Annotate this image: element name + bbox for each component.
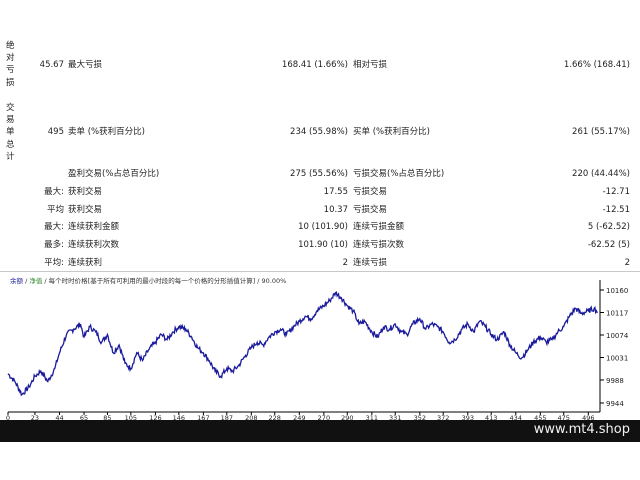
relative-drawdown-label: 相对亏损: [353, 60, 388, 70]
profit-trades-value: 275 (55.56%): [290, 169, 348, 179]
stat-row-prefix: 最大:: [44, 187, 64, 197]
stat-row-left-label: 获利交易: [68, 205, 103, 215]
relative-drawdown-value: 1.66% (168.41): [563, 60, 630, 70]
stat-row-left-value: 10.37: [323, 205, 348, 215]
stat-row-right-label: 连续亏损金额: [353, 222, 405, 232]
stat-row-right-value: 2: [624, 258, 630, 268]
stat-row-prefix: 平均:: [44, 258, 64, 268]
stat-row-left-label: 连续获利: [68, 258, 103, 268]
stat-row-left-label: 连续获利金额: [68, 222, 120, 232]
stat-row-prefix: 最大:: [44, 222, 64, 232]
stat-row-left-value: 10 (101.90): [298, 222, 348, 232]
stat-row-right-value: 5 (-62.52): [587, 222, 630, 232]
balance-chart-panel: 余额 / 净值 / 每个时时价格[基于所有可利用的最小时段的每一个价格的分形插值…: [0, 271, 640, 421]
blank-footer: [0, 442, 640, 480]
stat-row-prefix: 最多:: [44, 240, 64, 250]
footer-bar: www.mt4.shop: [0, 420, 640, 442]
loss-trades-value: 220 (44.44%): [572, 169, 630, 179]
stat-row-right-value: -62.52 (5): [587, 240, 630, 250]
watermark-text: www.mt4.shop: [533, 422, 630, 437]
y-tick-label: 10117: [606, 309, 628, 317]
stat-row-prefix: 平均: [46, 205, 64, 215]
stat-row-right-label: 亏损交易: [353, 187, 388, 197]
stat-row-left-label: 连续获利次数: [68, 240, 120, 250]
absolute-drawdown-row-label: 绝对亏损: [6, 41, 15, 88]
profit-trades-label: 盈利交易(%占总百分比): [68, 169, 160, 179]
y-tick-label: 9944: [606, 400, 624, 408]
stat-row-right-label: 亏损交易: [353, 205, 388, 215]
short-positions-label: 卖单 (%获利百分比): [68, 127, 145, 137]
balance-chart: 10160101171007410031998899440 23 44 65 85 105…: [6, 280, 629, 421]
balance-series-line: [7, 290, 598, 397]
y-tick-label: 10031: [606, 354, 628, 362]
stat-row-left-value: 2: [342, 258, 348, 268]
max-drawdown-label: 最大亏损: [68, 60, 103, 70]
long-positions-label: 买单 (%获利百分比): [353, 127, 430, 137]
max-drawdown-value: 168.41 (1.66%): [281, 60, 348, 70]
stat-row-right-label: 连续亏损次数: [353, 240, 405, 250]
loss-trades-label: 亏损交易(%占总百分比): [353, 169, 445, 179]
total-trades-value: 495: [47, 127, 64, 137]
stat-row-right-value: -12.51: [602, 205, 630, 215]
stat-row-left-value: 17.55: [323, 187, 348, 197]
y-tick-label: 9988: [606, 377, 624, 385]
absolute-drawdown-value: 45.67: [39, 60, 64, 70]
stat-row-left-label: 获利交易: [68, 187, 103, 197]
long-positions-value: 261 (55.17%): [572, 127, 630, 137]
y-tick-label: 10160: [606, 287, 628, 295]
short-positions-value: 234 (55.98%): [290, 127, 348, 137]
stat-row-left-value: 101.90 (10): [298, 240, 348, 250]
y-tick-label: 10074: [606, 332, 629, 340]
total-trades-row-label: 交易单总计: [6, 103, 15, 162]
stat-row-right-label: 连续亏损: [353, 258, 388, 268]
stat-row-right-value: -12.71: [602, 187, 630, 197]
